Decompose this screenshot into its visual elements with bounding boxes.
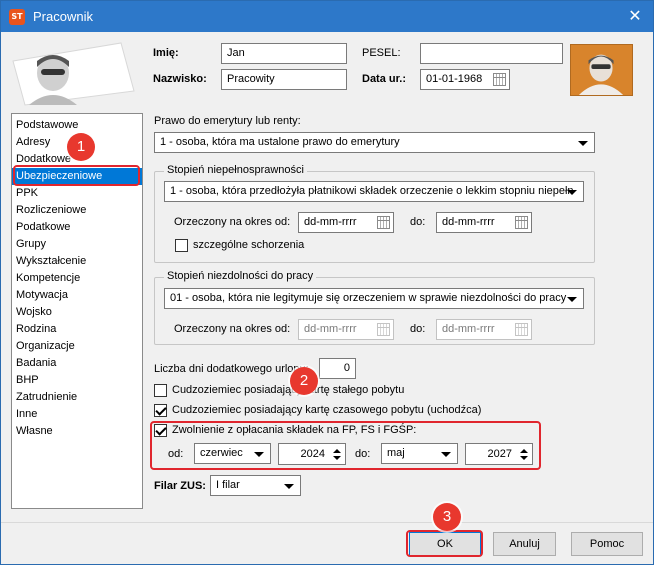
sidebar-item-zatrudnienie[interactable]: Zatrudnienie — [12, 389, 142, 406]
incapacity-select[interactable]: 01 - osoba, która nie legitymuje się orz… — [164, 288, 584, 309]
close-icon[interactable]: ✕ — [623, 5, 647, 27]
birthdate-input[interactable]: 01-01-1968 — [420, 69, 510, 90]
highlight-ok-button — [406, 530, 483, 557]
employee-dialog: ST Pracownik ✕ Imię: Jan Nazwisko: Praco… — [0, 0, 654, 565]
birthdate-label: Data ur.: — [362, 73, 407, 85]
disability-from-input[interactable]: dd-mm-rrrr — [298, 212, 394, 233]
first-name-label: Imię: — [153, 47, 179, 59]
disability-to-input[interactable]: dd-mm-rrrr — [436, 212, 532, 233]
step-1-badge: 1 — [67, 133, 95, 161]
calendar-icon — [515, 323, 528, 336]
disability-period-label: Orzeczony na okres od: — [174, 216, 291, 228]
sidebar-item-wojsko[interactable]: Wojsko — [12, 304, 142, 321]
birthdate-value: 01-01-1968 — [426, 73, 483, 85]
footer-divider — [1, 522, 653, 523]
extra-leave-input[interactable]: 0 — [319, 358, 356, 379]
calendar-icon — [377, 323, 390, 336]
sidebar-item-motywacja[interactable]: Motywacja — [12, 287, 142, 304]
disability-to-value: dd-mm-rrrr — [442, 216, 495, 228]
sidebar-item-wyksztalcenie[interactable]: Wykształcenie — [12, 253, 142, 270]
step-3-badge: 3 — [433, 503, 461, 531]
sidebar-item-bhp[interactable]: BHP — [12, 372, 142, 389]
sidebar-item-wlasne[interactable]: Własne — [12, 423, 142, 440]
disability-from-value: dd-mm-rrrr — [304, 216, 357, 228]
last-name-label: Nazwisko: — [153, 73, 207, 85]
disability-legend: Stopień niepełnosprawności — [164, 164, 307, 176]
sidebar-item-kompetencje[interactable]: Kompetencje — [12, 270, 142, 287]
disability-select[interactable]: 1 - osoba, która przedłożyła płatnikowi … — [164, 181, 584, 202]
chevron-down-icon — [567, 190, 577, 195]
employee-photo-placeholder — [12, 42, 135, 106]
chevron-down-icon — [578, 141, 588, 146]
incapacity-legend: Stopień niezdolności do pracy — [164, 270, 317, 282]
window-title: Pracownik — [33, 9, 93, 24]
pension-value: 1 - osoba, która ma ustalone prawo do em… — [160, 136, 400, 148]
app-logo-icon: ST — [9, 9, 25, 25]
chevron-down-icon — [284, 484, 294, 489]
sidebar-item-grupy[interactable]: Grupy — [12, 236, 142, 253]
incapacity-from-value: dd-mm-rrrr — [304, 323, 357, 335]
sidebar-item-rodzina[interactable]: Rodzina — [12, 321, 142, 338]
pension-select[interactable]: 1 - osoba, która ma ustalone prawo do em… — [154, 132, 595, 153]
sidebar-item-badania[interactable]: Badania — [12, 355, 142, 372]
foreigner-permanent-label: Cudzoziemiec posiadający kartę stałego p… — [172, 384, 405, 396]
foreigner-temporary-checkbox[interactable] — [154, 404, 167, 417]
sidebar-item-ppk[interactable]: PPK — [12, 185, 142, 202]
foreigner-temporary-label: Cudzoziemiec posiadający kartę czasowego… — [172, 404, 482, 416]
pesel-label: PESEL: — [362, 47, 401, 59]
incapacity-to-value: dd-mm-rrrr — [442, 323, 495, 335]
incapacity-to-label: do: — [410, 323, 426, 335]
disability-value: 1 - osoba, która przedłożyła płatnikowi … — [170, 185, 574, 197]
sidebar-item-organizacje[interactable]: Organizacje — [12, 338, 142, 355]
chevron-down-icon — [567, 297, 577, 302]
incapacity-from-input[interactable]: dd-mm-rrrr — [298, 319, 394, 340]
special-illness-checkbox[interactable] — [175, 239, 188, 252]
step-2-badge: 2 — [290, 367, 318, 395]
disability-to-label: do: — [410, 216, 426, 228]
cancel-button[interactable]: Anuluj — [493, 532, 556, 556]
calendar-icon[interactable] — [515, 216, 528, 229]
highlight-sidebar-item — [13, 165, 140, 186]
incapacity-value: 01 - osoba, która nie legitymuje się orz… — [170, 292, 567, 304]
special-illness-label: szczególne schorzenia — [193, 239, 305, 251]
sidebar-item-inne[interactable]: Inne — [12, 406, 142, 423]
calendar-icon[interactable] — [377, 216, 390, 229]
zus-label: Filar ZUS: — [154, 480, 206, 492]
first-name-input[interactable]: Jan — [221, 43, 347, 64]
employee-avatar — [570, 44, 633, 96]
foreigner-permanent-checkbox[interactable] — [154, 384, 167, 397]
title-bar: ST Pracownik ✕ — [1, 1, 653, 32]
zus-select[interactable]: I filar — [210, 475, 301, 496]
sidebar-item-podstawowe[interactable]: Podstawowe — [12, 117, 142, 134]
pension-label: Prawo do emerytury lub renty: — [154, 115, 301, 127]
incapacity-to-input[interactable]: dd-mm-rrrr — [436, 319, 532, 340]
highlight-exemption-section — [150, 421, 541, 470]
sidebar-item-rozliczeniowe[interactable]: Rozliczeniowe — [12, 202, 142, 219]
help-button[interactable]: Pomoc — [571, 532, 643, 556]
calendar-icon[interactable] — [493, 73, 506, 86]
extra-leave-label: Liczba dni dodatkowego urlopu: — [154, 363, 309, 375]
pesel-input[interactable] — [420, 43, 563, 64]
last-name-input[interactable]: Pracowity — [221, 69, 347, 90]
sidebar-item-podatkowe[interactable]: Podatkowe — [12, 219, 142, 236]
incapacity-period-label: Orzeczony na okres od: — [174, 323, 291, 335]
